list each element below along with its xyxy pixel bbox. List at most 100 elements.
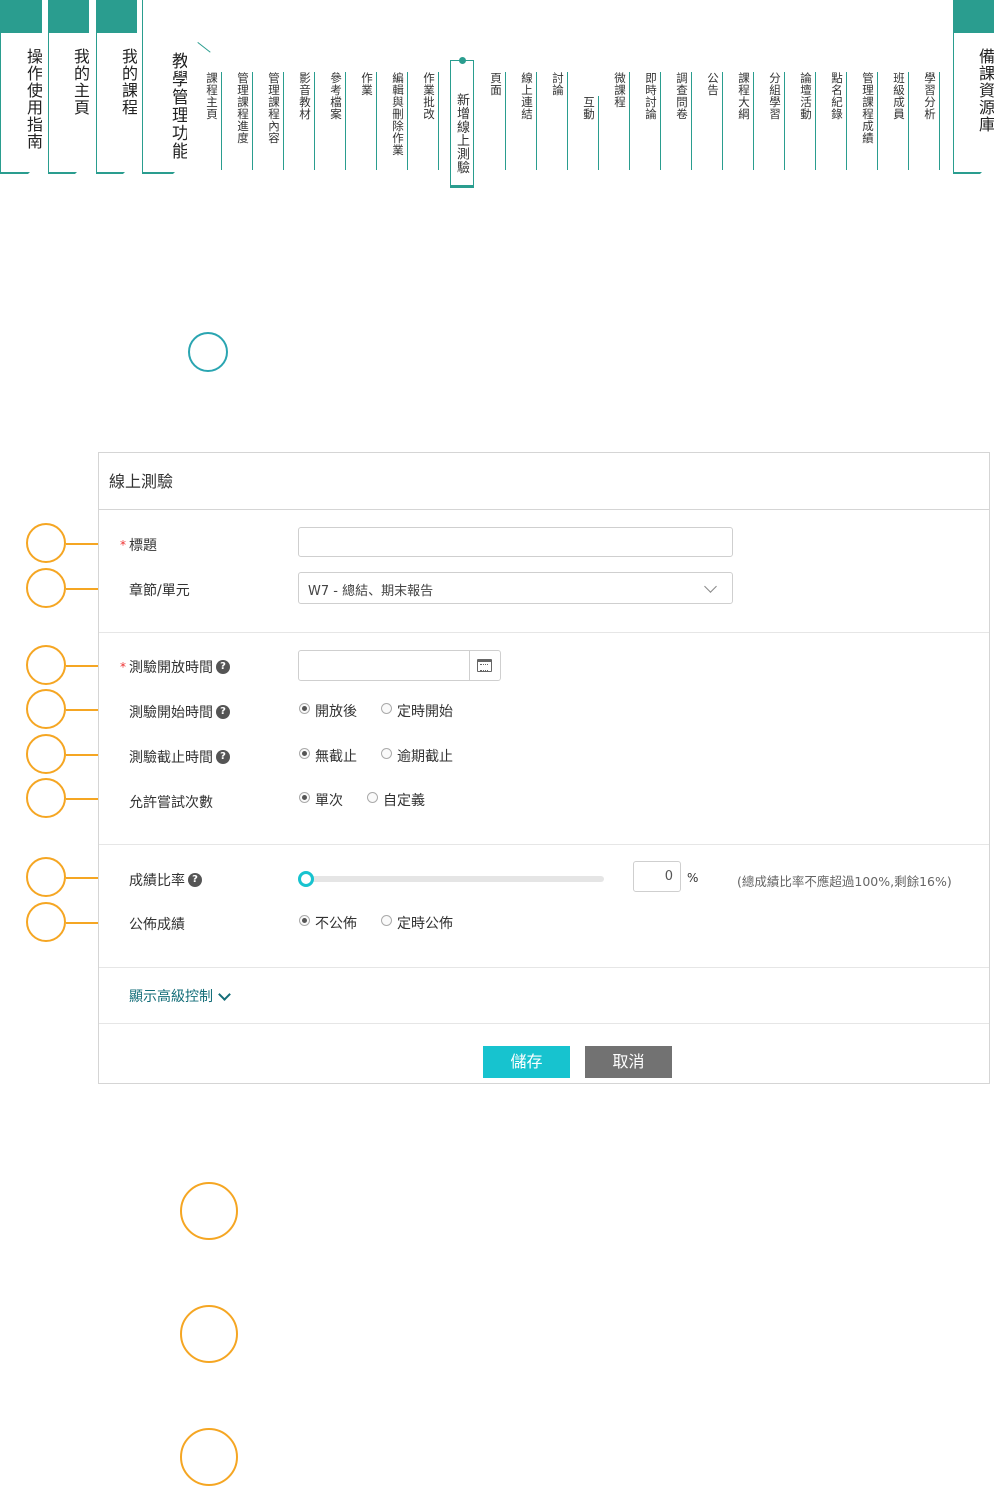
radio-dot <box>299 914 310 926</box>
radio-dot <box>299 791 310 803</box>
deadline-label: 測驗截止時間 ? <box>129 747 230 767</box>
subnav-group-learning[interactable]: 分組學習 <box>766 72 785 170</box>
annotation-circle <box>26 689 66 729</box>
grade-ratio-input[interactable]: 0 <box>633 861 681 892</box>
subnav-learning-analytics[interactable]: 學習分析 <box>921 72 940 170</box>
nav-tab-label: 我的課程 <box>119 48 138 116</box>
annotation-circle <box>180 1182 238 1240</box>
annotation-circle <box>26 902 66 942</box>
radio-custom-attempts[interactable]: 自定義 <box>367 790 425 810</box>
subnav-links[interactable]: 線上連結 <box>518 72 537 170</box>
subnav-manage-content[interactable]: 管理課程內容 <box>265 72 284 170</box>
datepicker-separator <box>469 651 470 680</box>
nav-tab-home[interactable]: 我的主頁 <box>48 0 89 174</box>
chapter-label: 章節/單元 <box>129 580 190 600</box>
show-advanced-label: 顯示高級控制 <box>129 989 213 1005</box>
panel-title: 線上測驗 <box>109 472 174 491</box>
publish-grade-label: 公佈成績 <box>129 914 185 934</box>
help-icon[interactable]: ? <box>216 705 230 719</box>
annotation-circle <box>26 734 66 774</box>
radio-dot <box>381 702 392 714</box>
subnav-grading[interactable]: 作業批改 <box>420 72 439 170</box>
radio-do-not-publish[interactable]: 不公佈 <box>299 913 357 933</box>
top-navigation: 操作使用指南 我的主頁 我的課程 教學管理功能 課程主頁 管理課程進度 管理課程… <box>0 0 995 200</box>
subnav-survey[interactable]: 調查問卷 <box>673 72 692 170</box>
subnav-class-members[interactable]: 班級成員 <box>890 72 909 170</box>
subnav-manage-grades[interactable]: 管理課程成績 <box>859 72 878 170</box>
title-input[interactable] <box>298 527 733 557</box>
help-icon[interactable]: ? <box>216 660 230 674</box>
radio-dot <box>299 747 310 759</box>
radio-label: 自定義 <box>383 793 425 809</box>
subnav-edit-delete-assignments[interactable]: 編輯與刪除作業 <box>389 72 408 170</box>
subnav-forum[interactable]: 論壇活動 <box>797 72 816 170</box>
nav-connector <box>189 42 211 63</box>
subnav-page[interactable]: 頁面 <box>487 72 506 170</box>
subnav-new-online-quiz[interactable]: 新增線上測驗 <box>450 60 474 188</box>
radio-label: 不公佈 <box>315 916 357 932</box>
attempts-radio-group: 單次 自定義 <box>299 790 449 810</box>
show-advanced-link[interactable]: 顯示高級控制 <box>129 986 231 1006</box>
radio-dot <box>367 791 378 803</box>
section-divider <box>99 967 989 968</box>
nav-tab-label: 備課資源庫 <box>976 48 995 133</box>
subnav-reference-files[interactable]: 參考檔案 <box>327 72 346 170</box>
deadline-radio-group: 無截止 逾期截止 <box>299 746 477 766</box>
percent-sign: % <box>687 871 699 885</box>
radio-label: 逾期截止 <box>397 749 453 765</box>
annotation-circle <box>26 523 66 563</box>
attempts-label: 允許嘗試次數 <box>129 792 213 812</box>
subnav-assignments[interactable]: 作業 <box>358 72 377 170</box>
subnav-interaction[interactable]: 互動 <box>580 96 599 170</box>
grade-ratio-slider-track[interactable] <box>304 876 604 882</box>
section-divider <box>99 844 989 845</box>
calendar-icon[interactable] <box>477 659 492 672</box>
nav-tab-label: 我的主頁 <box>71 48 90 116</box>
annotation-circle <box>26 778 66 818</box>
subnav-manage-progress[interactable]: 管理課程進度 <box>234 72 253 170</box>
section-divider <box>99 632 989 633</box>
radio-after-open[interactable]: 開放後 <box>299 701 357 721</box>
grade-ratio-slider-handle[interactable] <box>298 871 314 887</box>
radio-overdue-deadline[interactable]: 逾期截止 <box>381 746 453 766</box>
save-button[interactable]: 儲存 <box>483 1046 570 1078</box>
help-icon[interactable]: ? <box>216 750 230 764</box>
annotation-circle <box>188 332 228 372</box>
title-label-text: 標題 <box>129 538 157 554</box>
nav-tab-my-courses[interactable]: 我的課程 <box>96 0 137 174</box>
help-icon[interactable]: ? <box>188 873 202 887</box>
radio-label: 無截止 <box>315 749 357 765</box>
radio-scheduled-start[interactable]: 定時開始 <box>381 701 453 721</box>
start-time-label-text: 測驗開始時間 <box>129 705 213 721</box>
radio-single-attempt[interactable]: 單次 <box>299 790 343 810</box>
radio-label: 定時開始 <box>397 704 453 720</box>
annotation-circle <box>180 1305 238 1363</box>
subnav-attendance[interactable]: 點名紀錄 <box>828 72 847 170</box>
open-time-label-text: 測驗開放時間 <box>129 660 213 676</box>
subnav-micro-course[interactable]: 微課程 <box>611 72 630 170</box>
nav-tab-guide[interactable]: 操作使用指南 <box>0 0 42 174</box>
section-divider <box>99 1023 989 1024</box>
required-mark: * <box>120 538 126 552</box>
radio-label: 單次 <box>315 793 343 809</box>
subnav-announcements[interactable]: 公告 <box>704 72 723 170</box>
grade-ratio-label-text: 成績比率 <box>129 873 185 889</box>
subnav-live-discussion[interactable]: 即時討論 <box>642 72 661 170</box>
radio-no-deadline[interactable]: 無截止 <box>299 746 357 766</box>
subnav-course-home[interactable]: 課程主頁 <box>203 72 222 170</box>
annotation-circle <box>26 645 66 685</box>
radio-scheduled-publish[interactable]: 定時公佈 <box>381 913 453 933</box>
nav-tab-teaching-management[interactable]: 教學管理功能 <box>142 0 187 174</box>
open-time-label: * 測驗開放時間 ? <box>120 657 230 677</box>
chapter-label-text: 章節/單元 <box>129 583 190 599</box>
subnav-media[interactable]: 影音教材 <box>296 72 315 170</box>
nav-tab-resource-library[interactable]: 備課資源庫 <box>953 0 994 174</box>
publish-grade-radio-group: 不公佈 定時公佈 <box>299 913 477 933</box>
subnav-discussion[interactable]: 討論 <box>549 72 568 170</box>
annotation-circle <box>26 568 66 608</box>
cancel-button[interactable]: 取消 <box>585 1046 672 1078</box>
chapter-select[interactable]: W7 - 總結、期末報告 <box>298 572 733 604</box>
open-time-datepicker[interactable] <box>298 650 501 681</box>
radio-dot <box>299 702 310 714</box>
subnav-syllabus[interactable]: 課程大綱 <box>735 72 754 170</box>
